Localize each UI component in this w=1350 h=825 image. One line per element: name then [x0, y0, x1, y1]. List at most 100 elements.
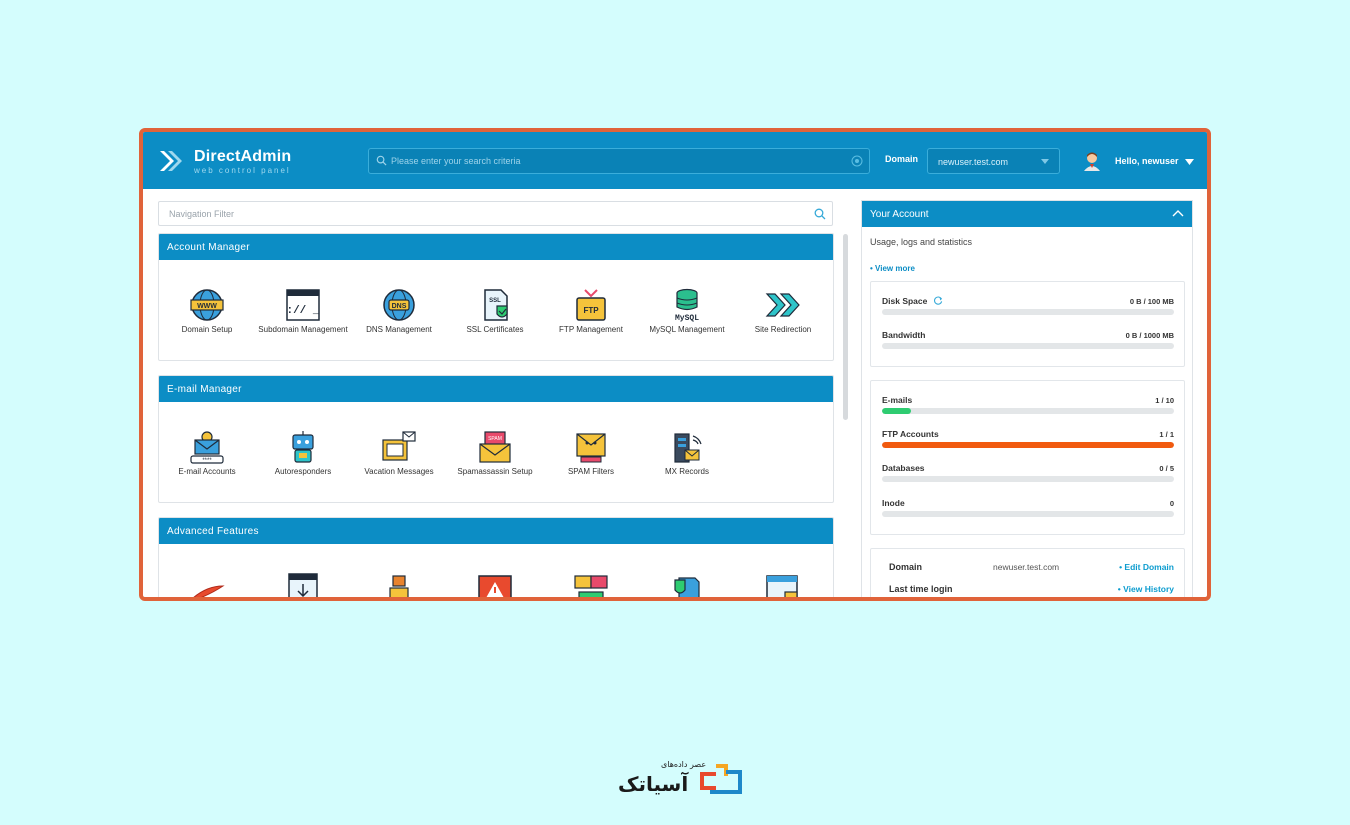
warning-window-icon [478, 575, 512, 597]
svg-text:SPAM: SPAM [488, 436, 502, 442]
ssl-certificate-icon: SSL [484, 289, 508, 321]
counts-box: E-mails 1 / 10 FTP Accounts 1 / 1 Databa… [870, 380, 1185, 535]
scrollbar[interactable] [843, 234, 848, 420]
svg-text:****: **** [202, 458, 212, 464]
tile-ftp-management[interactable]: FTP FTP Management [546, 288, 636, 334]
spam-envelope-icon: SPAM [479, 431, 511, 463]
directadmin-window: DirectAdmin web control panel Domain new… [139, 128, 1211, 601]
download-window-icon [288, 573, 318, 597]
stat-value: 1 / 1 [1159, 430, 1174, 439]
progress-fill [882, 408, 912, 414]
tile-advanced-4[interactable] [450, 572, 540, 597]
stat-emails: E-mails 1 / 10 [882, 395, 1174, 419]
search-icon [376, 155, 387, 166]
stat-name: FTP Accounts [882, 429, 939, 439]
search-input[interactable] [391, 152, 841, 170]
logo[interactable]: DirectAdmin web control panel [158, 144, 318, 180]
tile-label: Spamassassin Setup [457, 467, 533, 476]
chat-monitor-icon [574, 575, 608, 597]
tile-label: SPAM Filters [567, 467, 615, 476]
tile-advanced-6[interactable] [642, 572, 732, 597]
tile-autoresponders[interactable]: Autoresponders [258, 430, 348, 476]
tile-domain-setup[interactable]: WWW Domain Setup [162, 288, 252, 334]
robot-icon [292, 431, 314, 463]
shield-file-icon [674, 577, 700, 597]
stat-value: 0 / 5 [1159, 464, 1174, 473]
stat-disk-space: Disk Space 0 B / 100 MB [882, 296, 1174, 320]
tile-ssl-certificates[interactable]: SSL SSL Certificates [450, 288, 540, 334]
section-title: Advanced Features [159, 518, 833, 544]
domain-select[interactable]: newuser.test.com [927, 148, 1060, 174]
user-menu[interactable]: Hello, newuser [1083, 149, 1203, 173]
domain-info-box: Domain newuser.test.com • Edit Domain La… [870, 548, 1185, 597]
tile-label: MX Records [664, 467, 709, 476]
search-icon[interactable] [814, 208, 826, 220]
stat-inode: Inode 0 [882, 498, 1174, 522]
svg-text:FTP: FTP [583, 306, 599, 315]
brand-name: آسیاتک [618, 772, 689, 796]
asiatech-logo: عصر داده‌های آسیاتک [604, 758, 746, 800]
tile-site-redirection[interactable]: Site Redirection [738, 288, 828, 334]
svg-text:MySQL: MySQL [675, 314, 699, 322]
tile-advanced-7[interactable] [738, 572, 828, 597]
tile-advanced-3[interactable] [354, 572, 444, 597]
section-title: Account Manager [159, 234, 833, 260]
tile-email-accounts[interactable]: **** E-mail Accounts [162, 430, 252, 476]
info-key: Last time login [889, 584, 953, 594]
panel-header[interactable]: Your Account [862, 201, 1192, 227]
tile-label: Domain Setup [181, 325, 233, 334]
apache-feather-icon [193, 585, 225, 597]
stat-ftp-accounts: FTP Accounts 1 / 1 [882, 429, 1174, 453]
tile-dns-management[interactable]: DNS DNS Management [354, 288, 444, 334]
progress-track [882, 442, 1174, 448]
email-account-icon: **** [190, 431, 224, 464]
ftp-folder-icon: FTP [576, 289, 606, 321]
tile-spam-filters[interactable]: SPAM Filters [546, 430, 636, 476]
avatar [1084, 152, 1100, 171]
double-arrow-icon [765, 293, 800, 317]
app-subtitle: web control panel [194, 166, 291, 175]
directadmin-logo-icon [160, 151, 182, 171]
panel-subtitle: Usage, logs and statistics [870, 237, 973, 247]
stat-value: 1 / 10 [1155, 396, 1174, 405]
vacation-mail-icon [382, 431, 416, 461]
section-title: E-mail Manager [159, 376, 833, 402]
tile-mysql-management[interactable]: MySQL MySQL Management [642, 288, 732, 334]
tile-label: FTP Management [559, 325, 623, 334]
search-box [368, 148, 870, 174]
tile-vacation-messages[interactable]: Vacation Messages [354, 430, 444, 476]
stat-value: 0 B / 100 MB [1129, 297, 1174, 306]
domain-label: Domain [885, 154, 919, 164]
chevron-up-icon[interactable] [1172, 209, 1184, 217]
navigation-filter-input[interactable] [169, 207, 789, 221]
info-row-domain: Domain newuser.test.com • Edit Domain [889, 562, 1174, 574]
stat-value: 0 B / 1000 MB [1125, 331, 1174, 340]
tile-label: E-mail Accounts [178, 467, 236, 476]
view-more-link[interactable]: • View more [870, 264, 915, 273]
stat-name: Bandwidth [882, 330, 926, 340]
top-bar: DirectAdmin web control panel Domain new… [143, 132, 1207, 189]
terminal-window-icon: :// _ [286, 289, 320, 321]
panel-title: Your Account [870, 209, 929, 220]
stat-databases: Databases 0 / 5 [882, 463, 1174, 487]
progress-track [882, 476, 1174, 482]
refresh-icon[interactable] [933, 296, 943, 305]
tile-subdomain-management[interactable]: :// _ Subdomain Management [258, 288, 348, 334]
progress-track [882, 309, 1174, 315]
robot-worker-icon [389, 575, 409, 597]
edit-domain-link[interactable]: • Edit Domain [1119, 562, 1174, 572]
info-value: newuser.test.com [993, 562, 1060, 572]
stat-value: 0 [1169, 499, 1174, 508]
info-key: Domain [889, 562, 923, 572]
tile-label: Vacation Messages [364, 467, 434, 476]
tile-advanced-1[interactable] [162, 572, 252, 597]
tile-spamassassin-setup[interactable]: SPAM Spamassassin Setup [450, 430, 540, 476]
tile-advanced-2[interactable] [258, 572, 348, 597]
tile-label: SSL Certificates [466, 325, 524, 334]
clear-icon[interactable] [851, 155, 863, 167]
tile-label: MySQL Management [649, 325, 725, 334]
progress-fill [882, 442, 1174, 448]
view-history-link[interactable]: • View History [1118, 584, 1174, 594]
tile-advanced-5[interactable] [546, 572, 636, 597]
tile-mx-records[interactable]: MX Records [642, 430, 732, 476]
